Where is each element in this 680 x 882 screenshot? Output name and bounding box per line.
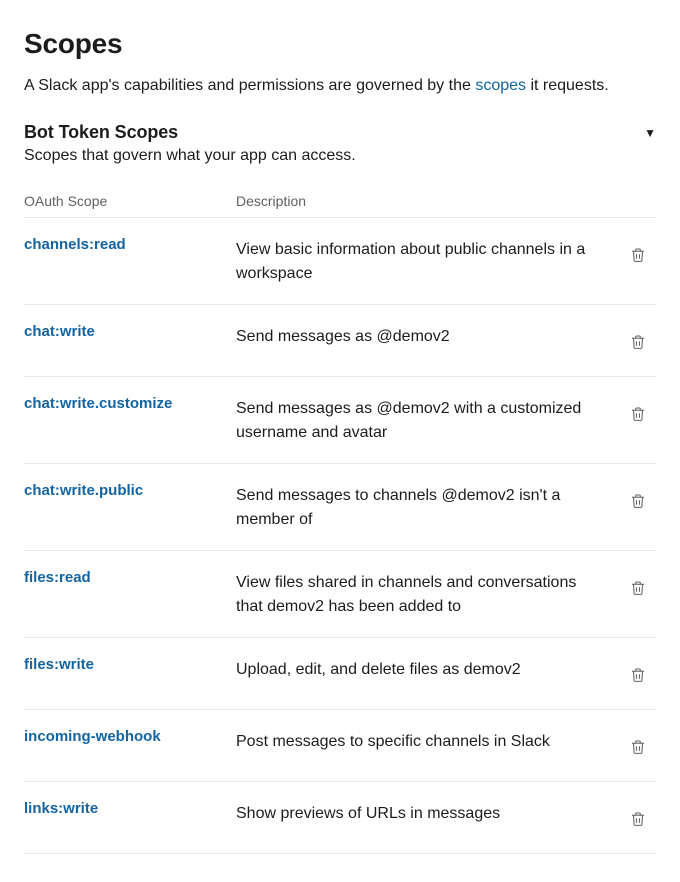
scopes-link[interactable]: scopes xyxy=(475,77,526,94)
intro-text-suffix: it requests. xyxy=(526,77,609,94)
trash-icon xyxy=(629,246,647,264)
table-row: files:read View files shared in channels… xyxy=(24,551,656,638)
scope-link[interactable]: files:read xyxy=(24,569,91,586)
table-row: incoming-webhook Post messages to specif… xyxy=(24,710,656,782)
delete-scope-button[interactable] xyxy=(625,662,651,688)
page-intro: A Slack app's capabilities and permissio… xyxy=(24,74,656,98)
scope-description: View files shared in channels and conver… xyxy=(236,569,620,619)
delete-scope-button[interactable] xyxy=(625,401,651,427)
page-title: Scopes xyxy=(24,28,656,60)
trash-icon xyxy=(629,738,647,756)
delete-scope-button[interactable] xyxy=(625,575,651,601)
column-header-description: Description xyxy=(236,193,656,209)
scope-description: Show previews of URLs in messages xyxy=(236,800,620,826)
scope-description: Upload, edit, and delete files as demov2 xyxy=(236,656,620,682)
table-header-row: OAuth Scope Description xyxy=(24,193,656,218)
caret-down-icon[interactable]: ▼ xyxy=(644,126,656,140)
delete-scope-button[interactable] xyxy=(625,734,651,760)
scope-link[interactable]: incoming-webhook xyxy=(24,728,161,745)
section-title: Bot Token Scopes xyxy=(24,122,178,143)
scope-description: Send messages as @demov2 xyxy=(236,323,620,349)
scope-description: View basic information about public chan… xyxy=(236,236,620,286)
scope-link[interactable]: channels:read xyxy=(24,236,126,253)
scope-link[interactable]: chat:write xyxy=(24,323,95,340)
intro-text-prefix: A Slack app's capabilities and permissio… xyxy=(24,77,475,94)
delete-scope-button[interactable] xyxy=(625,488,651,514)
trash-icon xyxy=(629,405,647,423)
trash-icon xyxy=(629,579,647,597)
trash-icon xyxy=(629,810,647,828)
table-row: links:write Show previews of URLs in mes… xyxy=(24,782,656,854)
table-row: chat:write.public Send messages to chann… xyxy=(24,464,656,551)
table-row: chat:write Send messages as @demov2 xyxy=(24,305,656,377)
scope-link[interactable]: chat:write.public xyxy=(24,482,143,499)
scopes-table-body: channels:read View basic information abo… xyxy=(24,218,656,854)
scope-link[interactable]: files:write xyxy=(24,656,94,673)
section-subtitle: Scopes that govern what your app can acc… xyxy=(24,147,656,165)
table-row: channels:read View basic information abo… xyxy=(24,218,656,305)
trash-icon xyxy=(629,333,647,351)
scope-link[interactable]: links:write xyxy=(24,800,98,817)
scope-description: Post messages to specific channels in Sl… xyxy=(236,728,620,754)
scope-link[interactable]: chat:write.customize xyxy=(24,395,172,412)
column-header-scope: OAuth Scope xyxy=(24,193,236,209)
table-row: files:write Upload, edit, and delete fil… xyxy=(24,638,656,710)
section-header[interactable]: Bot Token Scopes ▼ xyxy=(24,122,656,143)
delete-scope-button[interactable] xyxy=(625,242,651,268)
scope-description: Send messages to channels @demov2 isn't … xyxy=(236,482,620,532)
delete-scope-button[interactable] xyxy=(625,806,651,832)
table-row: chat:write.customize Send messages as @d… xyxy=(24,377,656,464)
scope-description: Send messages as @demov2 with a customiz… xyxy=(236,395,620,445)
trash-icon xyxy=(629,666,647,684)
delete-scope-button[interactable] xyxy=(625,329,651,355)
trash-icon xyxy=(629,492,647,510)
